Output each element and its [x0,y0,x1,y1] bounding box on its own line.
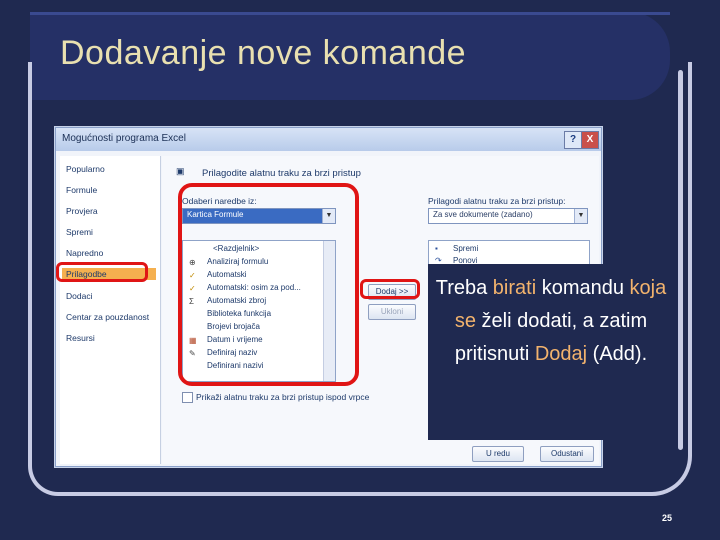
callout-text: Treba birati komandu koja se želi dodati… [428,272,674,371]
list-item[interactable]: Spremi [453,244,478,253]
dialog-title: Mogućnosti programa Excel [62,133,186,144]
title-bar-accent [30,12,670,15]
show-below-label: Prikaži alatnu traku za brzi pristup isp… [196,392,370,402]
slide-frame-right [678,70,683,450]
section-header: Prilagodite alatnu traku za brzi pristup [202,168,361,179]
chevron-down-icon[interactable]: ▼ [574,209,587,223]
show-below-checkbox[interactable] [182,392,193,403]
callout-part4: (Add). [587,343,648,365]
dialog-title-bar: Mogućnosti programa Excel ? X [56,128,601,151]
nav-item-dodaci[interactable]: Dodaci [66,291,92,301]
nav-item-napredno[interactable]: Napredno [66,248,103,258]
customize-toolbar-value: Za sve dokumente (zadano) [433,210,533,219]
highlight-prilagodbe [56,262,148,282]
nav-item-spremi[interactable]: Spremi [66,227,93,237]
remove-button[interactable]: Ukloni [368,304,416,320]
options-nav: Popularno Formule Provjera Spremi Napred… [60,156,161,464]
callout-hl1: birati [492,277,537,299]
customize-icon: ▣ [176,166,185,176]
close-button[interactable]: X [581,131,599,149]
customize-toolbar-select[interactable]: Za sve dokumente (zadano) ▼ [428,208,588,224]
customize-toolbar-label: Prilagodi alatnu traku za brzi pristup: [428,196,566,206]
help-button[interactable]: ? [564,131,582,149]
nav-item-provjera[interactable]: Provjera [66,206,98,216]
cancel-button[interactable]: Odustani [540,446,594,462]
callout-part2: komandu [536,277,630,299]
highlight-add-button [360,279,420,299]
callout-part1: Treba [435,277,493,299]
ok-button[interactable]: U redu [472,446,524,462]
save-icon: ▪ [435,244,438,253]
callout-hl3: Dodaj [534,343,588,365]
nav-item-popularno[interactable]: Popularno [66,164,105,174]
nav-item-centar-za-pouzdanost[interactable]: Centar za pouzdanost [66,312,149,322]
nav-item-resursi[interactable]: Resursi [66,333,95,343]
highlight-commands-list [178,183,359,386]
page-number: 25 [662,513,673,523]
nav-item-formule[interactable]: Formule [66,185,97,195]
